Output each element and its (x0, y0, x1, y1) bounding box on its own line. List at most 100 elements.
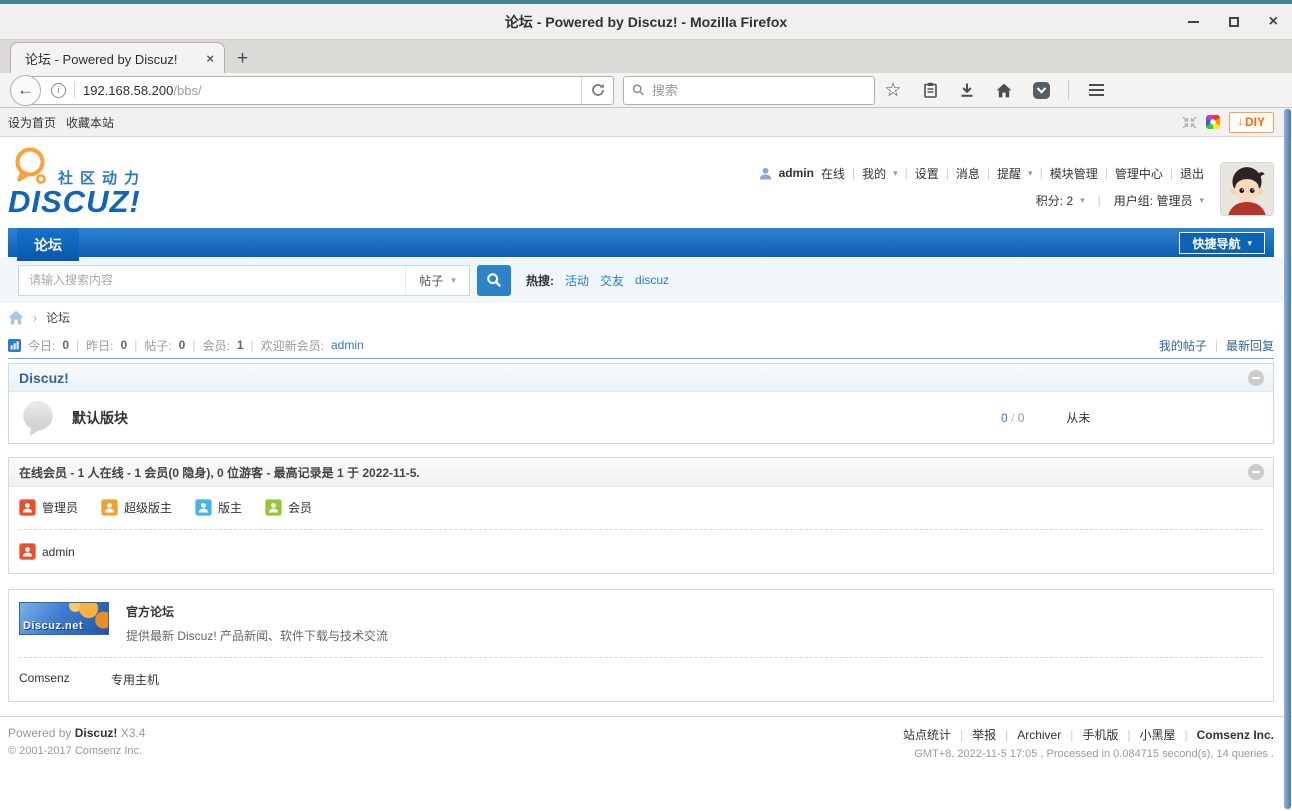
url-host: 192.168.58.200 (83, 82, 174, 98)
logo-text: DISCUZ! (8, 184, 141, 219)
browser-search-box[interactable] (623, 75, 875, 105)
posts-count: 0 (1017, 410, 1025, 425)
back-button[interactable]: ← (10, 74, 41, 106)
copyright: © 2001-2017 Comsenz Inc. (8, 745, 143, 757)
downloads-icon[interactable] (957, 80, 977, 100)
site-header: 社区动力 DISCUZ! admin 在线 我的 ▾ 设置 消息 提醒 ▾ 模块管理… (0, 137, 1292, 228)
home-icon[interactable] (8, 310, 24, 325)
user-stats-row: 积分: 2 ▾ 用户组: 管理员 ▾ (759, 188, 1204, 212)
collapse-button[interactable] (1248, 464, 1264, 480)
window-controls: × (1187, 4, 1278, 39)
quick-nav-button[interactable]: 快捷导航 ▾ (1179, 232, 1265, 254)
stat-posts-value: 0 (178, 338, 186, 352)
hot-search: 热搜: 活动 交友 discuz (526, 272, 669, 289)
search-scope-select[interactable]: 帖子 ▾ (405, 265, 469, 295)
site-info-icon[interactable]: i (51, 82, 66, 98)
collapse-button[interactable] (1248, 369, 1264, 386)
username-link[interactable]: admin (779, 166, 814, 180)
banner-text: Discuz.net (23, 620, 84, 632)
browser-search-input[interactable] (651, 82, 866, 98)
library-icon[interactable] (920, 80, 940, 100)
navigation-toolbar: ← i 192.168.58.200/bbs/ ☆ (0, 73, 1292, 108)
set-homepage-link[interactable]: 设为首页 (8, 114, 56, 131)
partner-item-link[interactable]: 专用主机 (111, 671, 159, 688)
avatar[interactable] (1220, 162, 1274, 216)
divider (74, 82, 75, 98)
home-icon[interactable] (994, 80, 1014, 100)
chevron-down-icon: ▾ (893, 167, 898, 178)
hot-link-discuz[interactable]: discuz (635, 273, 669, 287)
darkroom-link[interactable]: 小黑屋 (1140, 726, 1176, 743)
breadcrumb-current[interactable]: 论坛 (46, 309, 70, 326)
divider (1068, 80, 1069, 100)
bookmark-site-link[interactable]: 收藏本站 (66, 114, 114, 131)
report-link[interactable]: 举报 (972, 726, 996, 743)
category-title[interactable]: Discuz! (19, 370, 69, 386)
new-tab-button[interactable]: + (237, 49, 248, 68)
discuz-logo[interactable]: 社区动力 DISCUZ! (8, 137, 238, 228)
official-forum-link[interactable]: 官方论坛 (126, 603, 174, 620)
bookmark-star-icon[interactable]: ☆ (883, 80, 903, 101)
user-icon (759, 167, 771, 179)
menu-modules[interactable]: 模块管理 (1050, 165, 1098, 182)
menu-settings[interactable]: 设置 (915, 165, 939, 182)
forum-name-link[interactable]: 默认版块 (72, 408, 128, 428)
archiver-link[interactable]: Archiver (1017, 728, 1061, 742)
close-button[interactable]: × (1269, 13, 1278, 30)
menu-mine[interactable]: 我的 (862, 165, 886, 182)
minimize-button[interactable] (1187, 20, 1199, 23)
credits-link[interactable]: 积分: 2 (1036, 192, 1073, 209)
menu-icon[interactable] (1086, 80, 1106, 100)
hot-link-activity[interactable]: 活动 (565, 272, 589, 289)
stat-today-value: 0 (62, 338, 70, 352)
latest-reply-link[interactable]: 最新回复 (1226, 337, 1274, 354)
usergroup-legend: 管理员 超级版主 版主 会员 (19, 499, 1263, 516)
user-menu-row: admin 在线 我的 ▾ 设置 消息 提醒 ▾ 模块管理 管理中心 退出 (759, 161, 1204, 185)
usergroup-moderator-icon (195, 499, 213, 516)
promo-description: 提供最新 Discuz! 产品新闻、软件下载与技术交流 (126, 629, 389, 643)
my-posts-link[interactable]: 我的帖子 (1159, 337, 1207, 354)
footer-version: X3.4 (120, 726, 146, 740)
online-member-link[interactable]: admin (42, 545, 75, 559)
stat-members-value: 1 (236, 338, 244, 352)
hot-link-friends[interactable]: 交友 (600, 272, 624, 289)
diy-button[interactable]: ↓ DIY (1229, 111, 1274, 133)
browser-tab[interactable]: 论坛 - Powered by Discuz! × (10, 42, 225, 73)
search-submit-button[interactable] (477, 264, 511, 296)
chevron-down-icon: ▾ (1199, 194, 1204, 205)
site-stats-link[interactable]: 站点统计 (903, 726, 951, 743)
chevron-down-icon: ▾ (1247, 237, 1252, 248)
welcome-user-link[interactable]: admin (331, 338, 364, 352)
window-titlebar[interactable]: 论坛 - Powered by Discuz! - Mozilla Firefo… (0, 4, 1292, 40)
forum-bubble-icon (23, 400, 53, 436)
tab-close-icon[interactable]: × (206, 51, 214, 66)
mobile-link[interactable]: 手机版 (1082, 726, 1118, 743)
footer-brand-link[interactable]: Discuz! (75, 726, 118, 740)
menu-alerts[interactable]: 提醒 (997, 165, 1021, 182)
online-title: 在线会员 - 1 人在线 - 1 会员(0 隐身), 0 位游客 - 最高记录是… (19, 465, 420, 480)
usergroup-link[interactable]: 用户组: 管理员 (1114, 192, 1193, 209)
site-topbar: 设为首页 收藏本站 ↓ DIY (0, 108, 1292, 137)
online-status: 在线 (820, 166, 845, 181)
reload-button[interactable] (581, 76, 613, 104)
online-members-block: 在线会员 - 1 人在线 - 1 会员(0 隐身), 0 位游客 - 最高记录是… (8, 457, 1274, 574)
forum-search-input[interactable] (19, 273, 405, 287)
footer-meta: GMT+8, 2022-11-5 17:05 , Processed in 0.… (914, 748, 1274, 760)
menu-admin-center[interactable]: 管理中心 (1115, 165, 1163, 182)
maximize-button[interactable] (1228, 16, 1239, 27)
url-bar[interactable]: i 192.168.58.200/bbs/ (26, 75, 614, 105)
pocket-icon[interactable] (1031, 80, 1051, 100)
theme-palette-icon[interactable] (1206, 115, 1221, 129)
chevron-down-icon: ▾ (1080, 194, 1085, 205)
page-scrollbar[interactable] (1284, 109, 1291, 809)
forum-search-box[interactable]: 帖子▾ (18, 264, 470, 296)
menu-logout[interactable]: 退出 (1180, 165, 1204, 182)
divider (19, 657, 1263, 658)
tab-title: 论坛 - Powered by Discuz! (25, 51, 178, 67)
discuz-net-banner[interactable]: Discuz.net (19, 602, 109, 635)
search-icon (487, 273, 502, 288)
nav-tab-forum[interactable]: 论坛 (17, 228, 79, 261)
narrow-wide-toggle-icon[interactable] (1182, 116, 1197, 129)
menu-messages[interactable]: 消息 (956, 165, 980, 182)
powered-by-label: Powered by (8, 726, 72, 740)
